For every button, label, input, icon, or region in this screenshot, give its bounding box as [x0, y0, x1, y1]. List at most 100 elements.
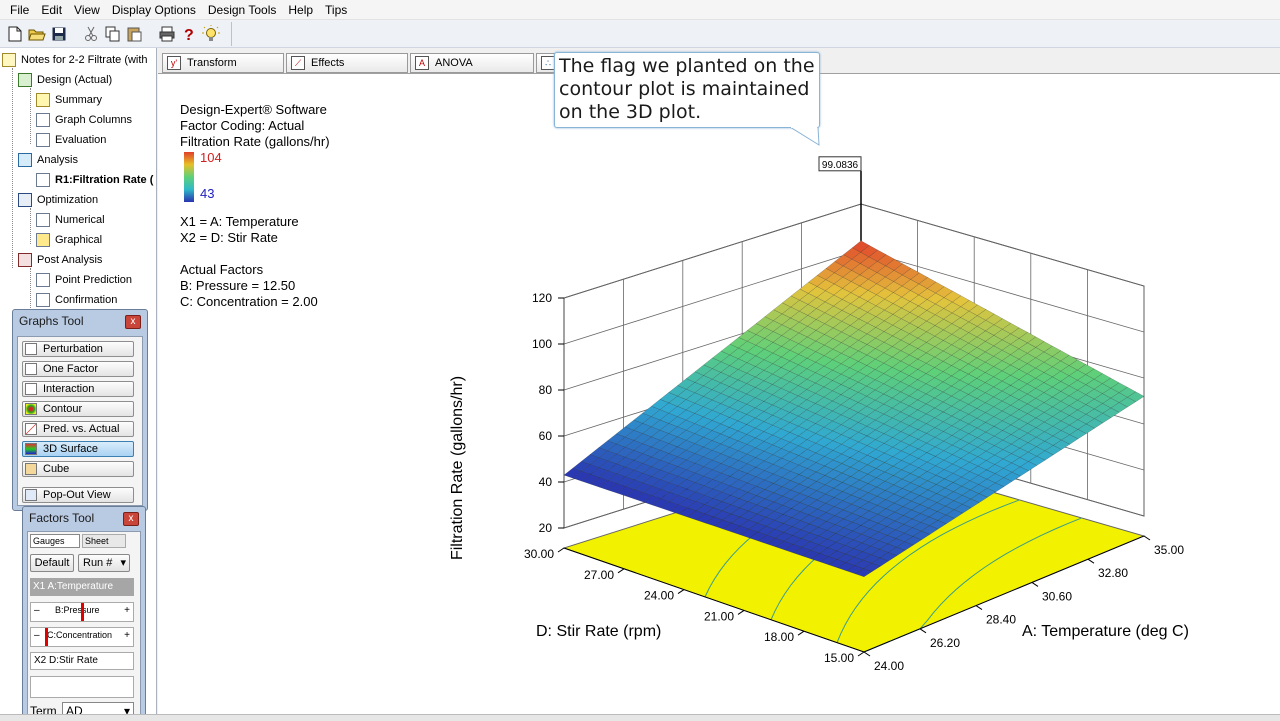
z-tick-label: 20 — [539, 521, 553, 535]
graph-columns-icon — [36, 113, 50, 127]
tree-item-design-label: Design (Actual) — [37, 74, 113, 86]
design-grid-icon — [18, 73, 32, 87]
menu-file[interactable]: File — [4, 1, 35, 19]
perturbation-button[interactable]: Perturbation — [22, 341, 134, 357]
menu-view[interactable]: View — [68, 1, 106, 19]
d-tick-label: 24.00 — [644, 589, 674, 603]
tree-item-graphical[interactable]: Graphical — [36, 231, 102, 249]
tree-item-post-analysis[interactable]: Post Analysis — [18, 251, 102, 269]
diagnostics-icon: ∴ — [541, 56, 555, 70]
pressure-slider-handle[interactable] — [81, 603, 84, 621]
tree-item-graph-columns-label: Graph Columns — [55, 114, 133, 126]
menu-display-options[interactable]: Display Options — [106, 1, 202, 19]
d-tick — [857, 651, 865, 657]
tree-item-analysis[interactable]: Analysis — [18, 151, 78, 169]
3d-surface-button[interactable]: 3D Surface — [22, 441, 134, 457]
concentration-slider-handle[interactable] — [45, 628, 48, 646]
3d-surface-plot[interactable]: 99.0836 20 40 60 80 100 120 Filtration Rate (ga… — [158, 74, 1280, 714]
close-icon[interactable]: x — [123, 512, 139, 526]
tip-bulb-icon[interactable] — [202, 24, 220, 43]
d-tick — [737, 609, 745, 615]
minus-icon: – — [34, 605, 40, 616]
contour-button[interactable]: Contour — [22, 401, 134, 417]
interaction-label: Interaction — [43, 383, 95, 395]
run-select[interactable]: Run # ▾ — [78, 554, 130, 572]
tree-item-summary[interactable]: Summary — [36, 91, 102, 109]
graphs-tool-window: Graphs Tool x Perturbation One Factor In… — [12, 309, 148, 511]
tree-item-confirmation[interactable]: Confirmation — [36, 291, 117, 309]
tree-item-graph-columns[interactable]: Graph Columns — [36, 111, 132, 129]
tree-item-numerical[interactable]: Numerical — [36, 211, 105, 229]
plus-icon: + — [124, 630, 130, 641]
tab-sheet[interactable]: Sheet — [82, 534, 126, 548]
callout-pointer — [789, 127, 820, 146]
factor-row-x1-temperature[interactable]: X1 A:Temperature — [30, 578, 134, 596]
3d-surface-label: 3D Surface — [43, 443, 99, 455]
a-tick-label: 35.00 — [1154, 543, 1184, 557]
interaction-button[interactable]: Interaction — [22, 381, 134, 397]
tab-effects[interactable]: ⟋ Effects — [286, 53, 408, 73]
response-icon — [36, 173, 50, 187]
save-icon[interactable] — [50, 25, 68, 43]
menu-tips[interactable]: Tips — [319, 1, 353, 19]
optimization-icon — [18, 193, 32, 207]
a-axis-title: A: Temperature (deg C) — [1022, 623, 1189, 640]
d-tick — [677, 589, 685, 595]
flag-value: 99.0836 — [822, 160, 859, 171]
c-factor-name: C:Concentration — [47, 630, 113, 640]
paste-icon[interactable] — [126, 25, 144, 43]
contour-icon — [25, 403, 37, 415]
cube-button[interactable]: Cube — [22, 461, 134, 477]
close-icon[interactable]: x — [125, 315, 141, 329]
tree-item-optimization-label: Optimization — [37, 194, 99, 206]
menu-design-tools[interactable]: Design Tools — [202, 1, 282, 19]
tab-gauges[interactable]: Gauges — [30, 534, 80, 548]
post-analysis-icon — [18, 253, 32, 267]
a-tick — [919, 628, 927, 634]
cube-label: Cube — [43, 463, 70, 475]
tree-connector — [30, 208, 31, 244]
pop-out-icon — [25, 489, 37, 501]
one-factor-icon — [25, 363, 37, 375]
cut-icon[interactable] — [82, 25, 100, 43]
tree-item-evaluation[interactable]: Evaluation — [36, 131, 106, 149]
d-tick — [617, 568, 625, 574]
a-tick-label: 26.20 — [930, 636, 960, 650]
plus-icon: + — [124, 605, 130, 616]
one-factor-label: One Factor — [43, 363, 99, 375]
default-button[interactable]: Default — [30, 554, 74, 572]
factor-slider-concentration[interactable]: – C:Concentration + — [30, 627, 134, 647]
factor-slider-pressure[interactable]: – B:Pressure + — [30, 602, 134, 622]
effects-icon: ⟋ — [291, 56, 305, 70]
confirmation-icon — [36, 293, 50, 307]
help-icon[interactable]: ? — [180, 25, 198, 43]
tree-item-point-prediction[interactable]: Point Prediction — [36, 271, 132, 289]
pop-out-view-button[interactable]: Pop-Out View — [22, 487, 134, 503]
tree-item-numerical-label: Numerical — [55, 214, 105, 226]
a-tick-label: 32.80 — [1098, 566, 1128, 580]
toolbar: ? — [0, 20, 1280, 48]
tree-root-notes[interactable]: Notes for 2-2 Filtrate (with — [2, 51, 148, 69]
d-tick — [797, 630, 805, 636]
annotation-callout: The flag we planted on the contour plot … — [554, 52, 820, 128]
transform-icon: y' — [167, 56, 181, 70]
print-icon[interactable] — [158, 25, 176, 43]
new-file-icon[interactable] — [6, 25, 24, 43]
tree-item-optimization[interactable]: Optimization — [18, 191, 98, 209]
open-folder-icon[interactable] — [28, 25, 46, 43]
d-tick-label: 18.00 — [764, 630, 794, 644]
one-factor-button[interactable]: One Factor — [22, 361, 134, 377]
factor-value-field[interactable] — [30, 676, 134, 698]
plot-area: Design-Expert® Software Factor Coding: A… — [158, 74, 1280, 714]
copy-icon[interactable] — [104, 25, 122, 43]
menu-edit[interactable]: Edit — [35, 1, 68, 19]
menu-help[interactable]: Help — [282, 1, 319, 19]
tree-item-r1-filtration-rate[interactable]: R1:Filtration Rate ( — [36, 171, 153, 189]
factor-row-x2-stir-rate[interactable]: X2 D:Stir Rate — [30, 652, 134, 670]
graphs-tool-body: Perturbation One Factor Interaction Cont… — [17, 336, 143, 506]
tab-transform[interactable]: y' Transform — [162, 53, 284, 73]
tab-anova[interactable]: A ANOVA — [410, 53, 534, 73]
pred-vs-actual-button[interactable]: Pred. vs. Actual — [22, 421, 134, 437]
d-tick-label: 15.00 — [824, 651, 854, 665]
tree-item-design[interactable]: Design (Actual) — [18, 71, 112, 89]
